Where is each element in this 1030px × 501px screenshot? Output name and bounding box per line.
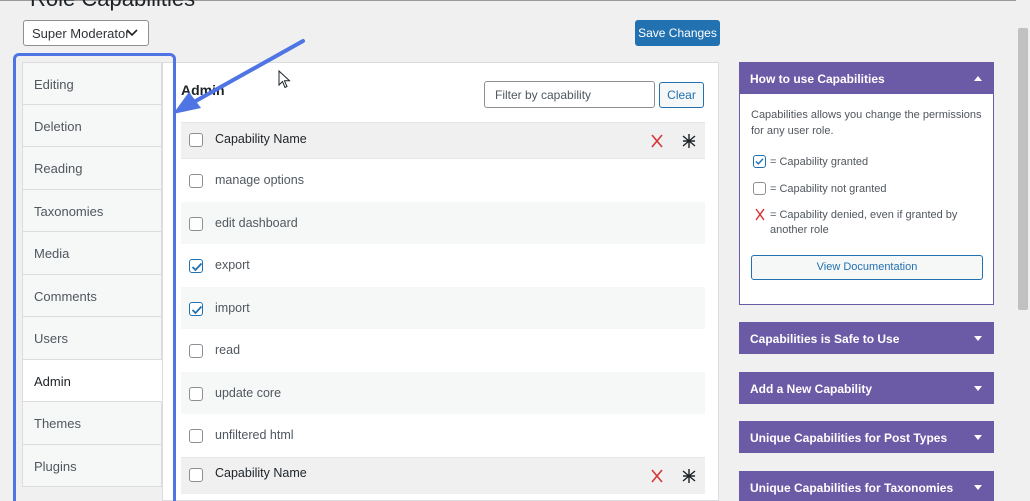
caret-up-icon xyxy=(974,76,982,81)
capability-checkbox[interactable] xyxy=(189,216,203,231)
panel-header: Add a New Capability xyxy=(739,372,994,404)
tab-plugins[interactable]: Plugins xyxy=(22,444,162,487)
save-changes-button[interactable]: Save Changes xyxy=(635,20,720,46)
help-panel-header[interactable]: How to use Capabilities xyxy=(739,62,994,94)
caret-down-icon xyxy=(974,435,982,440)
capability-label: unfiltered html xyxy=(215,428,294,442)
tab-admin[interactable]: Admin xyxy=(22,359,162,402)
table-header-row: Capability Name xyxy=(181,122,705,159)
column-header-capability-name: Capability Name xyxy=(215,132,307,146)
table-row: edit dashboard xyxy=(181,201,705,244)
checked-checkbox-icon xyxy=(753,155,766,168)
capability-table: Capability Name manage options edit dash… xyxy=(181,122,705,494)
capability-checkbox[interactable] xyxy=(189,386,203,401)
table-row: read xyxy=(181,329,705,372)
capability-label: export xyxy=(215,258,250,272)
capability-checkbox[interactable] xyxy=(189,301,203,316)
caret-down-icon xyxy=(974,485,982,490)
tab-media[interactable]: Media xyxy=(22,232,162,275)
capability-label: manage options xyxy=(215,173,304,187)
mouse-cursor-icon xyxy=(278,70,291,89)
role-select[interactable]: Super Moderator xyxy=(23,20,149,46)
caret-down-icon xyxy=(974,336,982,341)
capability-checkbox[interactable] xyxy=(189,259,203,273)
panel-post-types[interactable]: Unique Capabilities for Post Types xyxy=(739,421,994,453)
panel-title: Add a New Capability xyxy=(750,382,873,396)
check-icon xyxy=(191,262,203,272)
scrollbar-thumb[interactable] xyxy=(1018,28,1028,310)
capability-checkbox[interactable] xyxy=(189,344,203,358)
check-icon xyxy=(191,305,203,314)
capability-label: update core xyxy=(215,385,282,400)
legend-denied-text: = Capability denied, even if granted by … xyxy=(770,209,958,236)
help-panel-title: How to use Capabilities xyxy=(750,72,885,86)
help-intro: Capabilities allows you change the permi… xyxy=(751,109,982,137)
empty-checkbox-icon xyxy=(753,182,766,195)
help-panel: How to use Capabilities Capabilities all… xyxy=(739,62,994,305)
table-row: import xyxy=(181,286,705,329)
asterisk-icon[interactable] xyxy=(682,132,696,150)
clear-filter-button[interactable]: Clear xyxy=(659,82,704,108)
table-row: update core xyxy=(181,371,705,414)
panel-title: Capabilities is Safe to Use xyxy=(750,332,900,346)
page-title: Role Capabilities xyxy=(30,0,195,12)
capability-tabs: Editing Deletion Reading Taxonomies Medi… xyxy=(22,62,162,501)
tab-editing[interactable]: Editing xyxy=(22,62,162,105)
role-select-value: Super Moderator xyxy=(32,26,130,41)
capability-checkbox[interactable] xyxy=(189,429,203,443)
tab-themes[interactable]: Themes xyxy=(22,402,162,445)
panel-taxonomies[interactable]: Unique Capabilities for Taxonomies xyxy=(739,471,994,501)
table-row: unfiltered html xyxy=(181,414,705,457)
select-all-checkbox-footer[interactable] xyxy=(189,467,203,482)
tab-deletion[interactable]: Deletion xyxy=(22,104,162,147)
table-row: export xyxy=(181,244,705,287)
capability-label: import xyxy=(215,300,250,315)
x-icon[interactable] xyxy=(650,133,664,149)
capability-label: edit dashboard xyxy=(215,215,298,230)
column-footer-capability-name: Capability Name xyxy=(215,465,307,480)
capability-checkbox[interactable] xyxy=(189,174,203,188)
caret-down-icon xyxy=(974,386,982,391)
capabilities-panel: Admin Filter by capability Clear Capabil… xyxy=(162,62,719,501)
asterisk-icon[interactable] xyxy=(682,467,696,485)
tab-reading[interactable]: Reading xyxy=(22,147,162,190)
tab-users[interactable]: Users xyxy=(22,317,162,360)
table-row: manage options xyxy=(181,159,705,202)
tab-taxonomies[interactable]: Taxonomies xyxy=(22,189,162,232)
x-icon[interactable] xyxy=(650,468,664,484)
panel-header: Capabilities is Safe to Use xyxy=(739,322,994,354)
capability-label: read xyxy=(215,343,241,357)
legend-not-granted-text: = Capability not granted xyxy=(770,183,887,195)
panel-title: Unique Capabilities for Taxonomies xyxy=(750,481,954,495)
chevron-down-icon xyxy=(126,29,138,37)
table-footer-row: Capability Name xyxy=(181,456,705,494)
section-title: Admin xyxy=(181,82,225,98)
panel-title: Unique Capabilities for Post Types xyxy=(750,431,948,445)
panel-safe-to-use[interactable]: Capabilities is Safe to Use xyxy=(739,322,994,354)
panel-header: Unique Capabilities for Post Types xyxy=(739,421,994,453)
x-icon xyxy=(755,208,765,221)
select-all-checkbox[interactable] xyxy=(189,133,203,147)
panel-header: Unique Capabilities for Taxonomies xyxy=(739,471,994,501)
tab-comments[interactable]: Comments xyxy=(22,274,162,317)
page-scrollbar[interactable] xyxy=(1016,0,1030,501)
view-documentation-button[interactable]: View Documentation xyxy=(751,255,983,280)
panel-add-new-capability[interactable]: Add a New Capability xyxy=(739,372,994,404)
legend-granted-text: = Capability granted xyxy=(770,156,869,168)
filter-capability-input[interactable]: Filter by capability xyxy=(484,81,655,108)
